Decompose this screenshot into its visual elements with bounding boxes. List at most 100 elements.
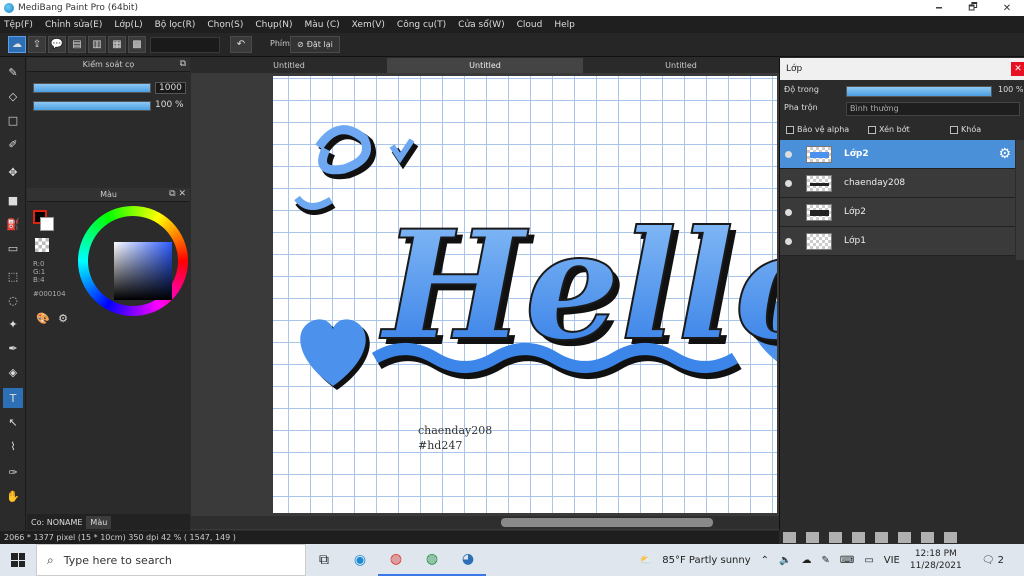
panel-pop-icon[interactable]: ⧉ (180, 59, 186, 69)
menu-capture[interactable]: Chụp(N) (255, 20, 292, 30)
menu-edit[interactable]: Chỉnh sửa(E) (45, 20, 102, 30)
layer-item[interactable]: Lớp1 (780, 227, 1015, 256)
lasso-icon[interactable]: ◌ (3, 290, 23, 310)
move-icon[interactable]: ✥ (3, 162, 23, 182)
windows-start-button[interactable] (0, 544, 36, 576)
menu-color[interactable]: Màu (C) (305, 20, 340, 30)
blend-mode-select[interactable]: Bình thường (846, 102, 1020, 116)
select-pen-icon[interactable]: ✒ (3, 338, 23, 358)
weather-text[interactable]: 85°F Partly sunny (662, 555, 750, 566)
menu-tools[interactable]: Công cụ(T) (397, 20, 446, 30)
onedrive-icon[interactable]: ☁ (801, 555, 811, 566)
menu-cloud[interactable]: Cloud (517, 20, 543, 30)
menu-window[interactable]: Cửa sổ(W) (458, 20, 504, 30)
weather-icon[interactable]: ⛅ (640, 555, 652, 566)
visibility-icon[interactable] (785, 151, 792, 158)
add-layer-menu-icon[interactable] (852, 532, 865, 543)
background-color-swatch[interactable] (40, 217, 54, 231)
select-rect-icon[interactable]: ⬚ (3, 266, 23, 286)
new-layer-icon[interactable] (783, 532, 796, 543)
chat-icon[interactable]: 💬 (48, 36, 66, 53)
new-folder-icon[interactable] (875, 532, 888, 543)
gradient-icon[interactable]: ▭ (3, 238, 23, 258)
visibility-icon[interactable] (785, 238, 792, 245)
new-halftone-layer-icon[interactable] (806, 532, 819, 543)
color-wheel[interactable] (78, 206, 188, 316)
page-icon[interactable]: ▥ (88, 36, 106, 53)
notification-icon[interactable]: 🗨 2 (982, 555, 1014, 566)
tab-document-3[interactable]: Untitled (583, 58, 779, 73)
chrome-icon[interactable]: ◍ (378, 544, 414, 576)
pen-icon[interactable]: ✎ (821, 555, 829, 566)
share-icon[interactable]: ⇪ (28, 36, 46, 53)
horizontal-scrollbar[interactable] (191, 516, 779, 529)
undo-button[interactable]: ↶ (230, 36, 252, 53)
duplicate-layer-icon[interactable] (898, 532, 911, 543)
horizontal-scrollbar-thumb[interactable] (501, 518, 713, 527)
task-view-icon[interactable]: ⧉ (306, 544, 342, 576)
clipping-checkbox[interactable]: Xén bớt (868, 125, 910, 134)
clock[interactable]: 12:18 PM 11/28/2021 (910, 548, 972, 572)
saturation-value-picker[interactable] (114, 242, 172, 300)
close-button[interactable]: ✕ (990, 0, 1024, 16)
minimize-button[interactable]: 🗕 (922, 0, 956, 16)
protect-alpha-checkbox[interactable]: Bảo vệ alpha (786, 125, 849, 134)
restore-button[interactable]: 🗗 (956, 0, 990, 16)
layer-opacity-slider[interactable] (846, 86, 992, 97)
menu-layer[interactable]: Lớp(L) (114, 20, 142, 30)
taskbar-search-box[interactable]: ⌕ Type here to search (36, 544, 306, 576)
operation-icon[interactable]: ↖ (3, 412, 23, 432)
gear-icon[interactable]: ⚙ (998, 146, 1011, 162)
tab-document-2[interactable]: Untitled (387, 58, 583, 73)
menu-view[interactable]: Xem(V) (352, 20, 385, 30)
layer-item[interactable]: Lớp2 (780, 198, 1015, 227)
medibang-taskbar-icon[interactable]: ◕ (450, 544, 486, 576)
speaker-icon[interactable]: 🔈 (779, 555, 791, 566)
menu-select[interactable]: Chọn(S) (207, 20, 243, 30)
hand-icon[interactable]: ✋ (3, 486, 23, 506)
brush-icon[interactable]: ✎ (3, 62, 23, 82)
keyboard-icon[interactable]: ⌨ (840, 555, 854, 566)
layer-item[interactable]: Lớp2 ⚙ (780, 140, 1015, 169)
brush-size-slider[interactable] (33, 83, 151, 93)
text-icon[interactable]: T (3, 388, 23, 408)
dropper-icon[interactable]: ⌇ (3, 436, 23, 456)
select-eraser-icon[interactable]: ◈ (3, 362, 23, 382)
eraser-icon[interactable]: ◇ (3, 86, 23, 106)
tab-document-1[interactable]: Untitled (191, 58, 387, 73)
tab-brush[interactable]: Co: NONAME (27, 516, 86, 529)
edge-icon[interactable]: ◉ (342, 544, 378, 576)
layer-list-scrollbar[interactable] (1016, 140, 1024, 260)
chevron-up-icon[interactable]: ⌃ (761, 555, 769, 566)
toolbar-field[interactable] (150, 37, 220, 53)
chrome-profile-icon[interactable]: ◍ (414, 544, 450, 576)
menu-file[interactable]: Tệp(F) (4, 20, 33, 30)
menu-filter[interactable]: Bộ lọc(R) (155, 20, 196, 30)
layer-panel-close-icon[interactable]: ✕ (1011, 62, 1024, 76)
panel-icon[interactable]: ▦ (108, 36, 126, 53)
brush-opacity-slider[interactable] (33, 101, 151, 111)
fill-rect-icon[interactable]: ■ (3, 190, 23, 210)
tab-color[interactable]: Màu (86, 515, 112, 529)
display-icon[interactable]: ▭ (864, 555, 873, 566)
rectangle-icon[interactable]: □ (3, 110, 23, 130)
drawing-canvas[interactable]: Hello Hello chaenday208 #hd247 (273, 76, 777, 513)
pen-icon[interactable]: ✐ (3, 134, 23, 154)
palette-icon[interactable]: 🎨 (33, 308, 53, 328)
new-8bit-layer-icon[interactable] (829, 532, 842, 543)
cloud-icon[interactable]: ☁ (8, 36, 26, 53)
transparent-color-swatch[interactable] (35, 238, 49, 252)
grid-icon[interactable]: ▩ (128, 36, 146, 53)
panel-close-icon[interactable]: ⧉ ✕ (169, 189, 186, 199)
bucket-icon[interactable]: ⛽ (3, 214, 23, 234)
lock-checkbox[interactable]: Khóa (950, 125, 981, 134)
language-indicator[interactable]: VIE (884, 555, 900, 566)
eyedropper-icon[interactable]: ✑ (3, 462, 23, 482)
layer-item[interactable]: chaenday208 (780, 169, 1015, 198)
palette-settings-icon[interactable]: ⚙ (53, 308, 73, 328)
brush-size-value[interactable]: 1000 (155, 82, 186, 94)
merge-layer-icon[interactable] (921, 532, 934, 543)
trash-icon[interactable] (944, 532, 957, 543)
comment-icon[interactable]: ▤ (68, 36, 86, 53)
reset-button[interactable]: ⊘ Đặt lại (290, 36, 340, 53)
